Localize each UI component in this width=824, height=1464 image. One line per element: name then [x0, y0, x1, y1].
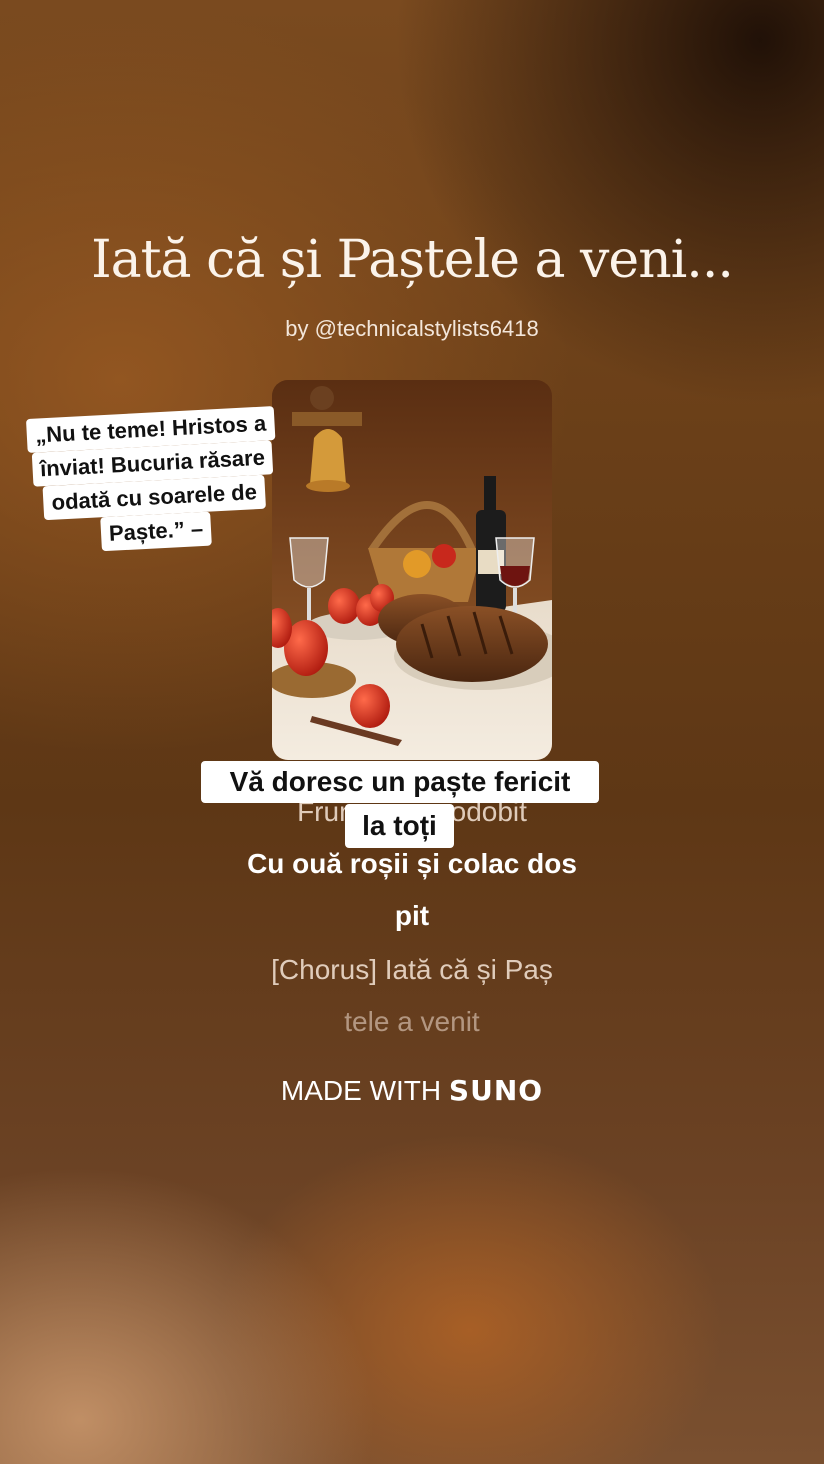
wish-sticker-line-2[interactable]: la toți — [345, 804, 454, 848]
cover-art-image — [272, 380, 552, 760]
lyric-line-3: pit — [394, 900, 430, 931]
song-title: Iată că și Paștele a veni... — [91, 230, 734, 290]
suno-logo: SUNO — [448, 1074, 544, 1107]
quote-sticker[interactable]: „Nu te teme! Hristos a înviat! Bucuria r… — [8, 405, 299, 556]
artist-byline[interactable]: by @technicalstylists6418 — [0, 316, 824, 342]
made-with-suno-link[interactable]: MADE WITH SUNO — [0, 1074, 824, 1107]
lyric-line-5: tele a venit — [344, 1006, 480, 1037]
made-with-label: MADE WITH — [280, 1075, 442, 1106]
easter-table-illustration — [272, 380, 552, 760]
quote-line-4: Paște.” – — [100, 511, 212, 552]
lyric-line-2: Cu ouă roșii și colac dos — [247, 848, 577, 879]
lyric-line-4: [Chorus] Iată că și Paș — [271, 954, 553, 985]
wish-sticker-line-1[interactable]: Vă doresc un paște fericit — [201, 761, 599, 803]
